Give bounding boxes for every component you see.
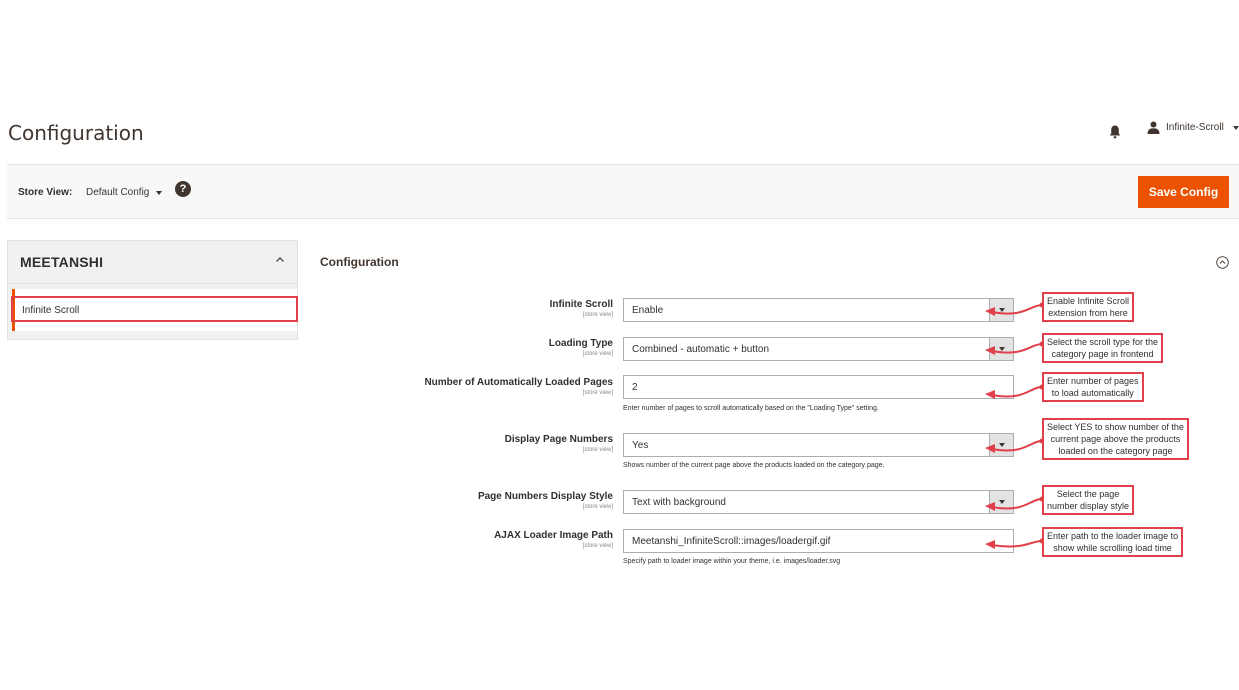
display-page-numbers-select[interactable]: Yes [623,433,1014,457]
auto-loaded-pages-input[interactable]: 2 [623,375,1014,399]
field-value: Yes [632,439,649,451]
dropdown-arrow-icon [989,299,1013,321]
field-scope: [store view] [582,390,613,396]
store-view-label: Store View: [18,187,73,198]
field-value: Text with background [632,496,726,508]
infinite-scroll-select[interactable]: Enable [623,298,1014,322]
field-value: Enable [632,304,664,316]
user-name: Infinite-Scroll [1166,122,1224,133]
field-scope: [store view] [582,351,613,357]
field-label-infinite-scroll: Infinite Scroll [549,299,613,310]
field-value: Combined - automatic + button [632,343,770,355]
help-icon[interactable]: ? [175,181,191,197]
notification-bell-icon[interactable] [1109,125,1121,139]
store-view-value: Default Config [86,187,150,198]
section-title[interactable]: Configuration [320,255,399,269]
save-config-button[interactable]: Save Config [1138,176,1229,208]
ajax-loader-path-input[interactable]: Meetanshi_InfiniteScroll::images/loaderg… [623,529,1014,553]
dropdown-arrow-icon [989,434,1013,456]
field-scope: [store view] [582,543,613,549]
user-menu[interactable]: Infinite-Scroll [1147,121,1239,134]
field-label-loading-type: Loading Type [548,338,613,349]
callout-auto-loaded-pages: Enter number of pages to load automatica… [1042,372,1144,402]
meetanshi-logo: MEETANSHI [20,254,104,270]
callout-page-numbers-style: Select the page number display style [1042,485,1135,515]
store-view-switcher[interactable]: Default Config [86,187,163,198]
field-value: Meetanshi_InfiniteScroll::images/loaderg… [632,535,831,547]
field-note: Specify path to loader image within your… [623,558,841,565]
page-numbers-style-select[interactable]: Text with background [623,490,1014,514]
field-note: Shows number of the current page above t… [623,462,885,469]
chevron-down-icon [1232,125,1239,130]
chevron-up-icon [276,257,284,262]
chevron-down-icon [156,190,163,195]
config-sidebar: MEETANSHI Infinite Scroll [7,240,298,340]
user-icon [1147,121,1160,134]
field-scope: [store view] [582,312,613,318]
field-scope: [store view] [582,504,613,510]
loading-type-select[interactable]: Combined - automatic + button [623,337,1014,361]
callout-infinite-scroll: Enable Infinite Scroll extension from he… [1042,292,1135,322]
field-scope: [store view] [582,447,613,453]
field-value: 2 [632,381,638,393]
sidebar-tab-header[interactable]: MEETANSHI [8,241,297,284]
callout-display-page-numbers: Select YES to show number of the current… [1042,418,1189,460]
store-view-bar: Store View: Default Config ? [7,164,1239,219]
field-label-ajax-loader-path: AJAX Loader Image Path [494,530,613,541]
dropdown-arrow-icon [989,338,1013,360]
field-label-page-numbers-style: Page Numbers Display Style [477,491,613,502]
callout-loading-type: Select the scroll type for the category … [1042,333,1164,363]
callout-ajax-loader-path: Enter path to the loader image to show w… [1042,527,1184,557]
field-label-display-page-numbers: Display Page Numbers [504,434,613,445]
field-label-auto-loaded-pages: Number of Automatically Loaded Pages [424,377,613,388]
page-title: Configuration [8,121,144,145]
dropdown-arrow-icon [989,491,1013,513]
page: Configuration Infinite-Scroll Store View… [0,0,1239,690]
sidebar-item-highlight-box [11,296,298,322]
collapse-icon[interactable] [1216,256,1229,269]
field-note: Enter number of pages to scroll automati… [623,405,879,412]
